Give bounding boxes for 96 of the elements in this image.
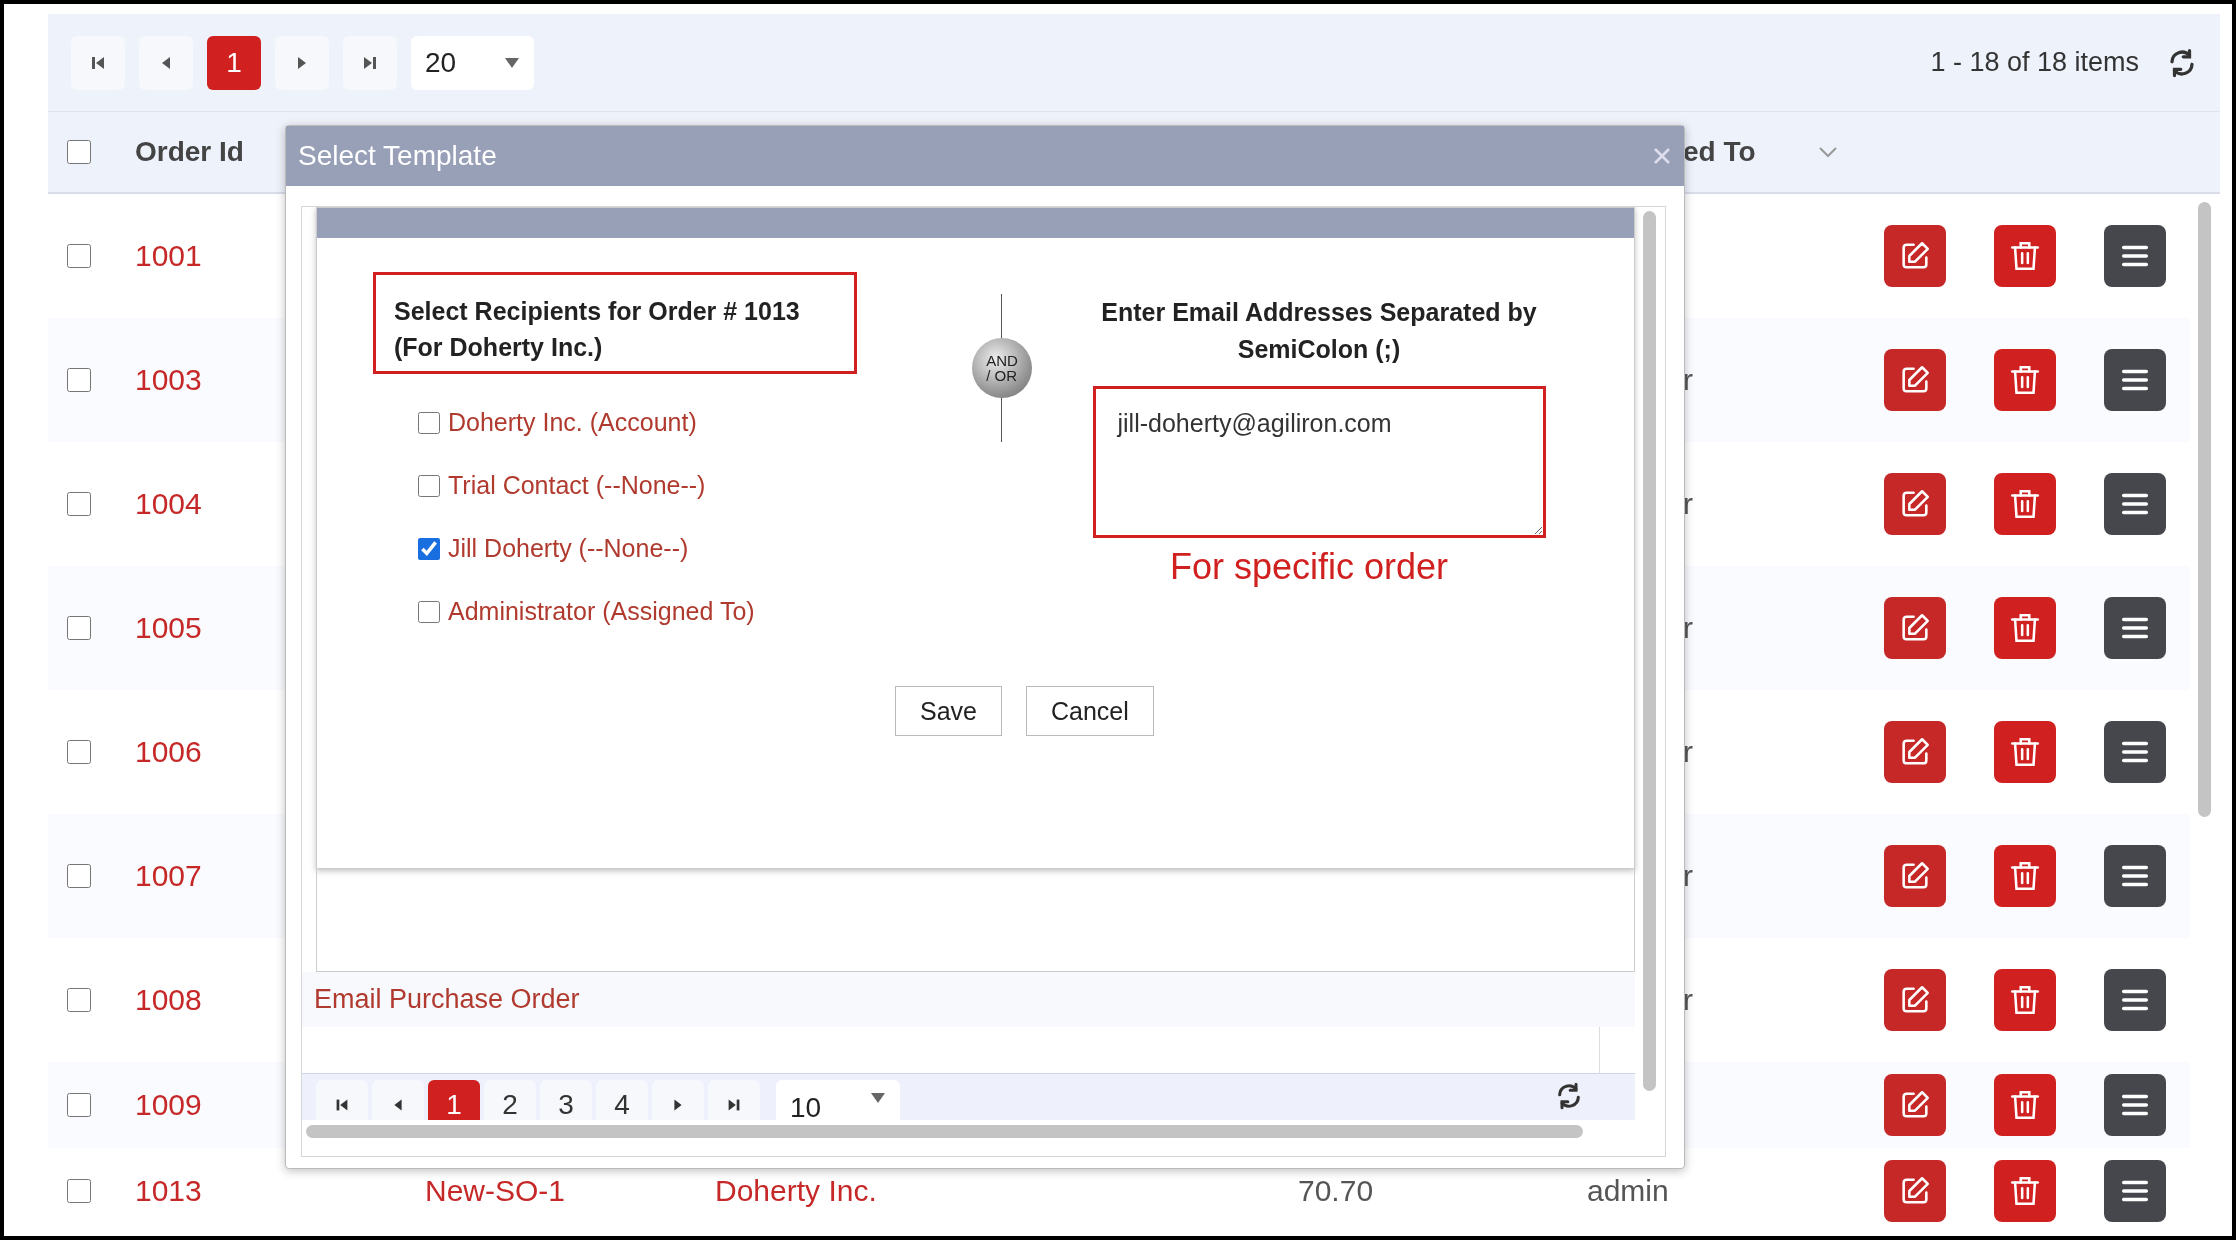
table-cell-text: admin <box>1586 1174 1670 1208</box>
delete-button[interactable] <box>1994 721 2056 783</box>
delete-button[interactable] <box>1994 969 2056 1031</box>
recipient-checkbox[interactable] <box>418 474 440 497</box>
row-checkbox[interactable] <box>67 492 91 516</box>
item-count: 1 - 18 of 18 items <box>1930 47 2139 78</box>
scrollbar-thumb[interactable] <box>1643 211 1656 1091</box>
menu-button[interactable] <box>2104 1160 2166 1222</box>
edit-button[interactable] <box>1884 1160 1946 1222</box>
trash-icon <box>2008 611 2042 645</box>
scrollbar-thumb[interactable] <box>2198 202 2211 817</box>
scrollbar-thumb[interactable] <box>306 1125 1583 1138</box>
table-cell-text: 70.70 <box>1297 1174 1375 1208</box>
first-page-button[interactable] <box>71 35 125 90</box>
delete-button[interactable] <box>1994 349 2056 411</box>
template-link[interactable]: Email Purchase Order <box>314 984 580 1015</box>
row-checkbox[interactable] <box>67 368 91 392</box>
table-cell-text: r <box>1682 487 1694 521</box>
next-page-button[interactable] <box>652 1080 704 1120</box>
trash-icon <box>2008 1088 2042 1122</box>
last-page-button[interactable] <box>343 35 397 90</box>
recipient-label[interactable]: Jill Doherty (--None--) <box>448 534 689 563</box>
page-button[interactable]: 4 <box>596 1080 648 1120</box>
customer-link[interactable]: Doherty Inc. <box>700 1174 1280 1208</box>
menu-button[interactable] <box>2104 473 2166 535</box>
trash-icon <box>2008 363 2042 397</box>
delete-button[interactable] <box>1994 225 2056 287</box>
recipient-label[interactable]: Doherty Inc. (Account) <box>448 408 697 437</box>
dialog-button[interactable]: Save <box>895 686 1002 736</box>
page-button[interactable]: 1 <box>207 35 261 90</box>
order-id-link[interactable]: 1013 <box>110 1174 410 1208</box>
row-checkbox[interactable] <box>67 1179 91 1203</box>
trash-icon <box>2008 487 2042 521</box>
refresh-icon[interactable] <box>1555 1082 1583 1110</box>
table-cell-text: r <box>1682 983 1694 1017</box>
dialog-title: Select Template <box>298 140 498 172</box>
refresh-icon[interactable] <box>2167 47 2197 78</box>
row-checkbox[interactable] <box>67 244 91 268</box>
menu-button[interactable] <box>2104 969 2166 1031</box>
row-checkbox[interactable] <box>67 864 91 888</box>
recipient-checkbox[interactable] <box>418 537 440 560</box>
table-cell-text: r <box>1682 363 1694 397</box>
recipient-checkbox[interactable] <box>418 600 440 623</box>
edit-button[interactable] <box>1884 721 1946 783</box>
page-button[interactable]: 1 <box>428 1080 480 1120</box>
delete-button[interactable] <box>1994 845 2056 907</box>
table-cell-text: r <box>1682 859 1694 893</box>
email-field[interactable]: jill-doherty@agiliron.com <box>1092 386 1546 538</box>
first-page-button[interactable] <box>316 1080 368 1120</box>
trash-icon <box>2008 239 2042 273</box>
delete-button[interactable] <box>1994 473 2056 535</box>
edit-button[interactable] <box>1884 845 1946 907</box>
trash-icon <box>2008 1174 2042 1208</box>
table-cell-text: r <box>1682 735 1694 769</box>
edit-button[interactable] <box>1884 225 1946 287</box>
edit-button[interactable] <box>1884 597 1946 659</box>
chevron-down-icon[interactable] <box>1818 146 1838 158</box>
menu-button[interactable] <box>2104 845 2166 907</box>
menu-button[interactable] <box>2104 1074 2166 1136</box>
and-or-badge: AND / OR <box>972 338 1032 398</box>
page-button[interactable]: 3 <box>540 1080 592 1120</box>
row-checkbox[interactable] <box>67 616 91 640</box>
last-page-button[interactable] <box>708 1080 760 1120</box>
delete-button[interactable] <box>1994 597 2056 659</box>
menu-button[interactable] <box>2104 349 2166 411</box>
page-size-dropdown[interactable]: 20 <box>411 35 534 90</box>
recipients-heading: Select Recipients for Order # 1013 (For Doherty Inc.) <box>373 272 857 374</box>
order-name-link[interactable]: New-SO-1 <box>410 1174 700 1208</box>
row-checkbox[interactable] <box>67 988 91 1012</box>
delete-button[interactable] <box>1994 1074 2056 1136</box>
trash-icon <box>2008 983 2042 1017</box>
previous-page-button[interactable] <box>372 1080 424 1120</box>
menu-button[interactable] <box>2104 225 2166 287</box>
trash-icon <box>2008 735 2042 769</box>
edit-button[interactable] <box>1884 473 1946 535</box>
edit-button[interactable] <box>1884 349 1946 411</box>
row-checkbox[interactable] <box>67 1093 91 1117</box>
edit-button[interactable] <box>1884 1074 1946 1136</box>
select-all-checkbox[interactable] <box>67 140 91 164</box>
menu-button[interactable] <box>2104 721 2166 783</box>
caret-icon <box>504 56 520 69</box>
trash-icon <box>2008 859 2042 893</box>
page-button[interactable]: 2 <box>484 1080 536 1120</box>
recipient-checkbox[interactable] <box>418 411 440 434</box>
dialog-button[interactable]: Cancel <box>1026 686 1154 736</box>
table-cell-text: r <box>1682 611 1694 645</box>
row-checkbox[interactable] <box>67 740 91 764</box>
annotation: For specific order <box>1169 546 1449 588</box>
caret-icon <box>870 1092 886 1104</box>
edit-button[interactable] <box>1884 969 1946 1031</box>
page-size-dropdown[interactable]: 10 <box>776 1080 900 1120</box>
menu-button[interactable] <box>2104 597 2166 659</box>
recipient-label[interactable]: Administrator (Assigned To) <box>448 597 755 626</box>
email-heading: Enter Email Addresses Separated by SemiColon (;) <box>1101 297 1537 365</box>
recipient-label[interactable]: Trial Contact (--None--) <box>448 471 706 500</box>
delete-button[interactable] <box>1994 1160 2056 1222</box>
